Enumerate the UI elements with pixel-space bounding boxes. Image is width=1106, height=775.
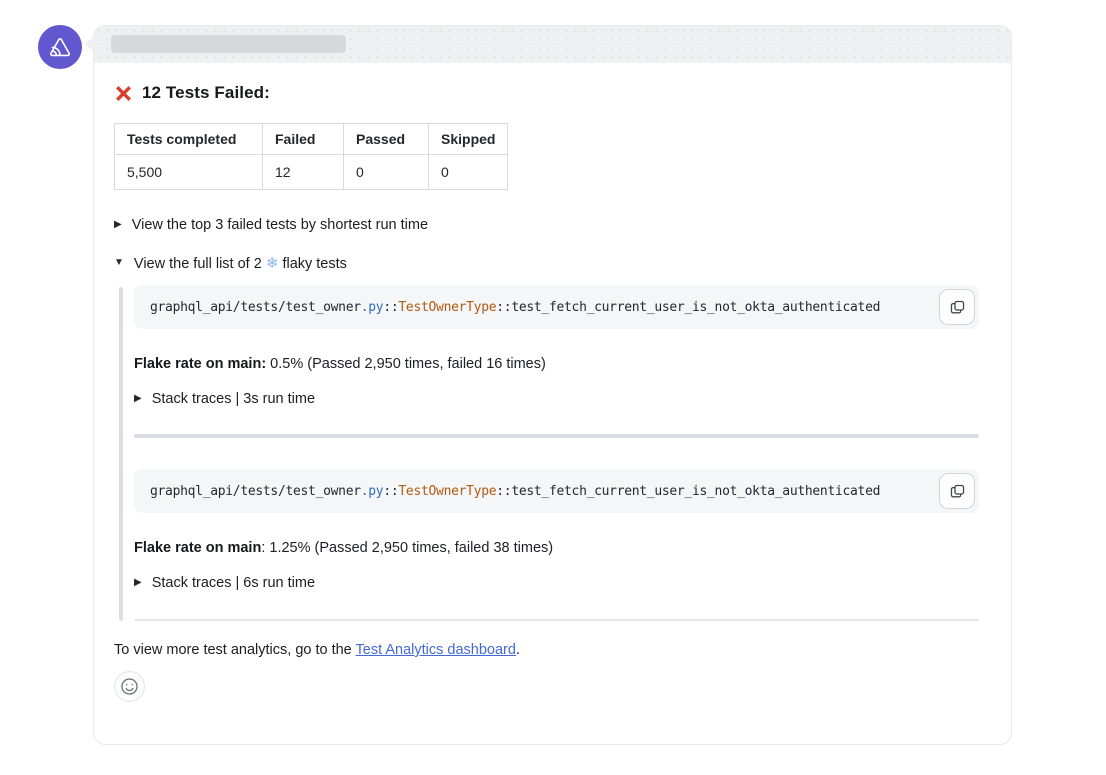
chevron-right-icon: ▶ <box>134 578 142 588</box>
test-path-block: graphql_api/tests/test_owner.py::TestOwn… <box>134 285 979 329</box>
disclosure-flaky-tests[interactable]: ▼ View the full list of 2 ❄ flaky tests <box>114 254 991 272</box>
add-reaction-button[interactable] <box>114 671 145 702</box>
page: 12 Tests Failed: Tests completed Failed … <box>0 0 1106 775</box>
chevron-right-icon: ▶ <box>134 394 142 404</box>
speech-bubble-tail <box>84 36 95 52</box>
bot-avatar[interactable] <box>38 25 82 69</box>
disclosure-label: View the top 3 failed tests by shortest … <box>132 217 428 233</box>
col-passed: Passed <box>344 124 429 155</box>
test-path-block: graphql_api/tests/test_owner.py::TestOwn… <box>134 469 979 513</box>
copy-icon <box>949 299 966 316</box>
table-row: 5,500 12 0 0 <box>115 155 508 190</box>
failed-x-icon <box>114 84 133 103</box>
smiley-icon <box>119 676 140 697</box>
flake-rate-line: Flake rate on main: 0.5% (Passed 2,950 t… <box>134 356 979 372</box>
title-row: 12 Tests Failed: <box>114 83 991 103</box>
failed-value: 12 <box>263 155 344 190</box>
disclosure-stack-traces[interactable]: ▶ Stack traces | 3s run time <box>134 391 979 407</box>
copy-button[interactable] <box>939 289 975 325</box>
stack-traces-label: Stack traces | 3s run time <box>152 391 315 407</box>
tests-completed-value: 5,500 <box>115 155 263 190</box>
test-path: graphql_api/tests/test_owner.py::TestOwn… <box>150 484 880 499</box>
comment-header <box>94 26 1011 63</box>
test-summary-table: Tests completed Failed Passed Skipped 5,… <box>114 123 508 190</box>
chevron-right-icon: ▶ <box>114 220 122 230</box>
flake-rate-line: Flake rate on main: 1.25% (Passed 2,950 … <box>134 540 979 556</box>
flaky-test-item: graphql_api/tests/test_owner.py::TestOwn… <box>134 469 979 591</box>
disclosure-stack-traces[interactable]: ▶ Stack traces | 6s run time <box>134 575 979 591</box>
comment-body: 12 Tests Failed: Tests completed Failed … <box>94 63 1011 702</box>
signal-pyramid-logo-icon <box>47 34 73 60</box>
col-skipped: Skipped <box>429 124 508 155</box>
analytics-footer: To view more test analytics, go to the T… <box>114 642 991 658</box>
passed-value: 0 <box>344 155 429 190</box>
col-failed: Failed <box>263 124 344 155</box>
disclosure-top-failed-tests[interactable]: ▶ View the top 3 failed tests by shortes… <box>114 217 991 233</box>
indent-bar <box>119 287 123 621</box>
flaky-tests-section: graphql_api/tests/test_owner.py::TestOwn… <box>114 285 991 621</box>
copy-icon <box>949 483 966 500</box>
comment-card: 12 Tests Failed: Tests completed Failed … <box>93 25 1012 745</box>
disclosure-label: View the full list of 2 ❄ flaky tests <box>134 254 347 272</box>
flaky-test-item: graphql_api/tests/test_owner.py::TestOwn… <box>134 285 979 407</box>
chevron-down-icon: ▼ <box>114 258 124 268</box>
copy-button[interactable] <box>939 473 975 509</box>
col-tests-completed: Tests completed <box>115 124 263 155</box>
table-header-row: Tests completed Failed Passed Skipped <box>115 124 508 155</box>
redacted-author-placeholder <box>111 35 346 53</box>
section-end-divider <box>134 619 979 621</box>
section-divider <box>134 434 979 438</box>
skipped-value: 0 <box>429 155 508 190</box>
stack-traces-label: Stack traces | 6s run time <box>152 575 315 591</box>
test-path: graphql_api/tests/test_owner.py::TestOwn… <box>150 300 880 315</box>
snowflake-icon: ❄ <box>266 255 279 272</box>
page-title: 12 Tests Failed: <box>142 83 270 103</box>
test-analytics-dashboard-link[interactable]: Test Analytics dashboard <box>356 642 516 658</box>
